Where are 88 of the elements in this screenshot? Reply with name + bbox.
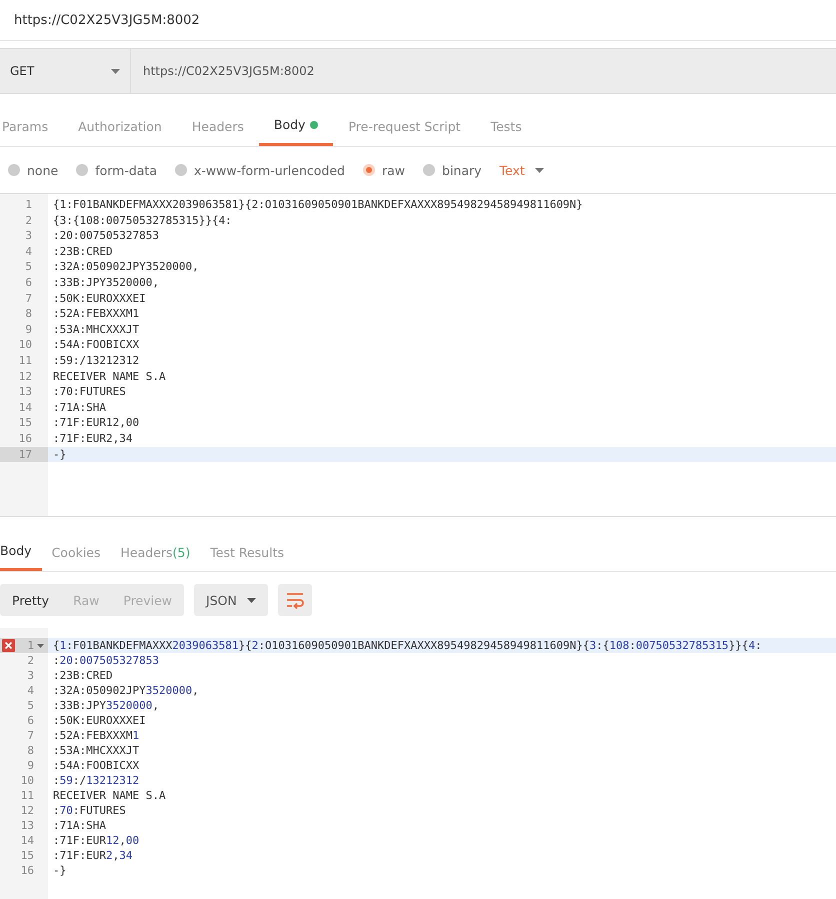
line-number: 2 xyxy=(27,654,34,667)
line-number: 4 xyxy=(24,244,33,260)
wrap-lines-icon xyxy=(284,592,305,608)
radio-label[interactable]: x-www-form-urlencoded xyxy=(194,162,345,178)
line-number: 6 xyxy=(27,714,34,727)
code-line: :33B:JPY3520000, xyxy=(52,274,160,291)
radio-button[interactable] xyxy=(362,164,375,176)
code-line: {3:{108:00750532785315}}{4: xyxy=(52,212,233,228)
line-number: 14 xyxy=(18,400,33,416)
line-number: 5 xyxy=(24,259,33,275)
code-line: :52A:FEBXXXM1 xyxy=(52,306,140,322)
code-line: RECEIVER NAME S.A xyxy=(52,368,167,384)
format-dropdown[interactable]: Text xyxy=(500,162,544,178)
radio-label[interactable]: none xyxy=(27,162,58,178)
code-line: :54A:FOOBICXX xyxy=(52,758,140,773)
code-line: :71A:SHA xyxy=(52,400,107,416)
line-number: 1 xyxy=(24,197,33,213)
line-number: 15 xyxy=(20,849,34,862)
radio-label[interactable]: raw xyxy=(382,162,406,178)
line-number: 5 xyxy=(27,699,34,712)
line-number: 4 xyxy=(27,684,34,697)
code-line: {1:F01BANKDEFMAXXX2039063581}{2:O1031609050901BANKDEFXAXXX89549829458949811609N} xyxy=(52,197,584,213)
line-number: 3 xyxy=(27,669,34,682)
code-line: :54A:FOOBICXX xyxy=(52,337,140,353)
wrap-button[interactable] xyxy=(278,584,312,616)
line-number: 8 xyxy=(24,306,33,322)
line-number: 11 xyxy=(18,352,33,369)
line-number: 10 xyxy=(20,774,34,787)
code-line: :71F:EUR2,34 xyxy=(52,848,134,863)
code-line: :32A:050902JPY3520000, xyxy=(52,259,200,275)
line-number: 12 xyxy=(20,804,34,817)
code-line: :71F:EUR12,00 xyxy=(52,415,140,431)
code-line: :71A:SHA xyxy=(52,818,107,833)
code-line: :71F:EUR12,00 xyxy=(52,833,140,848)
code-line: :59:/13212312 xyxy=(52,773,140,788)
code-line: :23B:CRED xyxy=(52,668,114,683)
caret-icon xyxy=(246,598,256,602)
code-line: :52A:FEBXXXM1 xyxy=(52,728,140,743)
code-line: :50K:EUROXXXEI xyxy=(52,713,147,728)
code-line: -} xyxy=(52,863,68,878)
request-tab[interactable]: Body xyxy=(258,106,334,146)
code-line: :50K:EUROXXXEI xyxy=(52,290,147,306)
code-line: :71F:EUR2,34 xyxy=(52,430,134,446)
line-number: 17 xyxy=(0,446,48,462)
line-number: 7 xyxy=(24,290,33,306)
line-number: 6 xyxy=(24,274,33,291)
view-mode-button[interactable]: Pretty xyxy=(0,584,62,616)
line-number: 3 xyxy=(24,228,33,244)
line-number: 15 xyxy=(18,415,33,431)
line-number: 14 xyxy=(20,834,34,847)
line-number: 16 xyxy=(18,430,33,446)
caret-icon xyxy=(111,68,120,74)
url-field[interactable]: https://C02X25V3JG5M:8002 xyxy=(131,49,836,93)
fold-icon[interactable] xyxy=(37,644,44,648)
code-line: :20:007505327853 xyxy=(52,228,160,244)
radio-label[interactable]: form-data xyxy=(95,162,157,178)
code-line: :32A:050902JPY3520000, xyxy=(52,683,200,698)
radio-button[interactable] xyxy=(8,164,20,176)
line-number: 12 xyxy=(18,368,33,384)
code-line: :53A:MHCXXXJT xyxy=(52,743,140,758)
line-number: 13 xyxy=(20,819,34,832)
line-number: 13 xyxy=(18,384,33,400)
code-line: :70:FUTURES xyxy=(52,384,127,400)
line-number: 10 xyxy=(18,337,33,353)
request-title: https://C02X25V3JG5M:8002 xyxy=(14,12,200,28)
line-number: 16 xyxy=(20,864,34,877)
response-tab[interactable]: Body xyxy=(0,533,42,571)
line-number: 9 xyxy=(24,322,33,338)
line-number: 8 xyxy=(27,744,34,757)
line-number: 2 xyxy=(24,212,33,228)
line-number: 11 xyxy=(20,789,34,802)
radio-label[interactable]: binary xyxy=(442,162,482,178)
radio-button[interactable] xyxy=(76,164,88,176)
code-line: :59:/13212312 xyxy=(52,352,140,369)
radio-button[interactable] xyxy=(423,164,436,176)
code-line: :33B:JPY3520000, xyxy=(52,698,160,713)
line-number: 7 xyxy=(27,729,34,742)
code-line: :23B:CRED xyxy=(52,244,114,260)
format-dropdown[interactable]: JSON xyxy=(194,584,268,616)
code-line: :20:007505327853 xyxy=(52,653,160,668)
code-line: :53A:MHCXXXJT xyxy=(52,322,140,338)
method-dropdown[interactable]: GET xyxy=(0,49,131,93)
line-number: 9 xyxy=(27,759,34,772)
code-line: :70:FUTURES xyxy=(52,803,127,818)
radio-button[interactable] xyxy=(175,164,187,176)
line-number: 1 xyxy=(27,639,34,652)
code-line: RECEIVER NAME S.A xyxy=(52,788,167,803)
caret-icon xyxy=(534,168,544,172)
